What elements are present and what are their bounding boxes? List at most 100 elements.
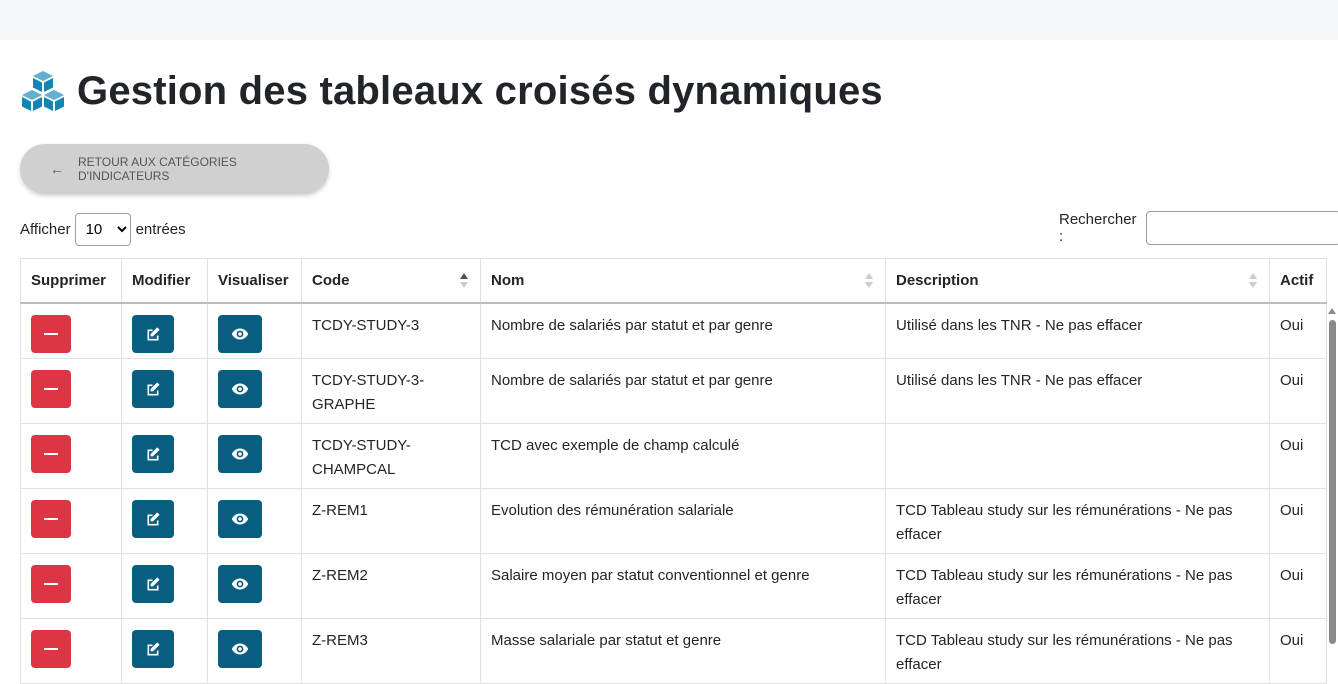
cell-actif: Oui (1269, 302, 1327, 359)
table-row: TCDY-STUDY-3-GRAPHE Nombre de salariés pa… (20, 358, 1327, 424)
entries-label: entrées (135, 220, 186, 238)
table-row: Z-REM2 Salaire moyen par statut conventio… (20, 553, 1327, 619)
cell-visualiser (207, 423, 302, 489)
delete-button[interactable] (31, 500, 71, 538)
edit-icon (147, 382, 160, 396)
eye-icon (231, 328, 249, 339)
edit-icon (147, 512, 160, 526)
delete-button[interactable] (31, 314, 71, 353)
cell-visualiser (207, 553, 302, 619)
cell-description: Utilisé dans les TNR - Ne pas effacer (885, 358, 1270, 424)
eye-icon (231, 448, 249, 460)
minus-icon (44, 583, 58, 585)
edit-icon (147, 577, 160, 591)
cell-nom: Nombre de salariés par statut et par gen… (480, 358, 886, 424)
table-row: TCDY-STUDY-CHAMPCAL TCD avec exemple de c… (20, 423, 1327, 489)
sort-icon (1249, 273, 1257, 289)
eye-icon (231, 578, 249, 590)
view-button[interactable] (218, 370, 262, 408)
cell-modifier (121, 358, 208, 424)
cell-supprimer (20, 553, 122, 619)
cell-code: Z-REM1 (301, 488, 481, 554)
minus-icon (44, 518, 58, 520)
cubes-icon (22, 71, 64, 111)
back-to-categories-button[interactable]: ← RETOUR AUX CATÉGORIES D'INDICATEURS (20, 144, 329, 194)
header-visualiser: Visualiser (207, 258, 302, 304)
table-row: Z-REM1 Evolution des rémunération salaria… (20, 488, 1327, 554)
view-button[interactable] (218, 500, 262, 538)
cell-supprimer (20, 302, 122, 359)
page-title: Gestion des tableaux croisés dynamiques (77, 68, 883, 113)
arrow-left-icon: ← (50, 161, 64, 177)
edit-button[interactable] (132, 565, 174, 603)
cell-nom: TCD avec exemple de champ calculé (480, 423, 886, 489)
edit-button[interactable] (132, 435, 174, 473)
edit-button[interactable] (132, 314, 174, 353)
header-nom[interactable]: Nom (480, 258, 886, 304)
cell-actif: Oui (1269, 488, 1327, 554)
entries-length-control: Afficher 10 entrées (20, 212, 186, 246)
table-header-row: Supprimer Modifier Visualiser Code Nom D… (20, 258, 1327, 304)
delete-button[interactable] (31, 565, 71, 603)
scrollbar-thumb[interactable] (1329, 320, 1336, 644)
cell-nom: Salaire moyen par statut conventionnel e… (480, 553, 886, 619)
cell-code: Z-REM2 (301, 553, 481, 619)
minus-icon (44, 388, 58, 390)
cell-description: TCD Tableau study sur les rémunérations … (885, 618, 1270, 684)
edit-button[interactable] (132, 500, 174, 538)
search-input[interactable] (1146, 211, 1338, 245)
view-button[interactable] (218, 565, 262, 603)
cell-modifier (121, 618, 208, 684)
cell-nom: Masse salariale par statut et genre (480, 618, 886, 684)
minus-icon (44, 648, 58, 650)
header-actif[interactable]: Actif (1269, 258, 1327, 304)
sort-asc-icon (460, 273, 468, 289)
cell-visualiser (207, 488, 302, 554)
cell-code: TCDY-STUDY-3 (301, 302, 481, 359)
table-row: Z-REM3 Masse salariale par statut et genr… (20, 618, 1327, 684)
cell-supprimer (20, 488, 122, 554)
entries-select[interactable]: 10 (74, 212, 131, 246)
edit-icon (147, 447, 160, 461)
page-header: Gestion des tableaux croisés dynamiques (20, 66, 883, 116)
cell-supprimer (20, 618, 122, 684)
search-label: Rechercher : (1059, 211, 1137, 245)
minus-icon (44, 453, 58, 455)
eye-icon (231, 643, 249, 655)
data-table: Supprimer Modifier Visualiser Code Nom D… (20, 258, 1327, 684)
scroll-up-arrow-icon[interactable] (1328, 308, 1336, 314)
cell-modifier (121, 302, 208, 359)
view-button[interactable] (218, 435, 262, 473)
delete-button[interactable] (31, 370, 71, 408)
cell-modifier (121, 553, 208, 619)
header-code[interactable]: Code (301, 258, 481, 304)
header-description[interactable]: Description (885, 258, 1270, 304)
delete-button[interactable] (31, 435, 71, 473)
view-button[interactable] (218, 314, 262, 353)
cell-nom: Nombre de salariés par statut et par gen… (480, 302, 886, 359)
delete-button[interactable] (31, 630, 71, 668)
edit-icon (147, 326, 160, 340)
view-button[interactable] (218, 630, 262, 668)
cell-actif: Oui (1269, 358, 1327, 424)
sort-icon (865, 273, 873, 289)
header-modifier: Modifier (121, 258, 208, 304)
cell-visualiser (207, 358, 302, 424)
edit-button[interactable] (132, 630, 174, 668)
eye-icon (231, 383, 249, 395)
cell-description: Utilisé dans les TNR - Ne pas effacer (885, 302, 1270, 359)
edit-button[interactable] (132, 370, 174, 408)
table-body: TCDY-STUDY-3 Nombre de salariés par statu… (20, 302, 1327, 684)
table-row: TCDY-STUDY-3 Nombre de salariés par statu… (20, 302, 1327, 359)
cell-code: Z-REM3 (301, 618, 481, 684)
edit-icon (147, 642, 160, 656)
cell-supprimer (20, 358, 122, 424)
cell-code: TCDY-STUDY-CHAMPCAL (301, 423, 481, 489)
cell-nom: Evolution des rémunération salariale (480, 488, 886, 554)
cell-modifier (121, 488, 208, 554)
cell-visualiser (207, 618, 302, 684)
eye-icon (231, 513, 249, 525)
scrollbar[interactable] (1326, 304, 1338, 644)
minus-icon (44, 332, 58, 335)
cell-description (885, 423, 1270, 489)
